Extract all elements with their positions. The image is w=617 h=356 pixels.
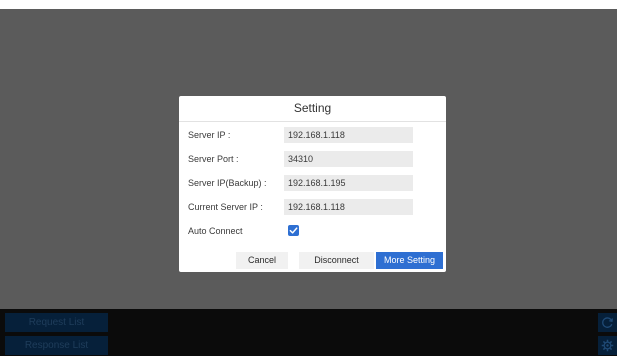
settings-button[interactable] <box>598 336 617 355</box>
top-strip <box>0 0 617 9</box>
server-ip-backup-label: Server IP(Backup) : <box>188 178 267 188</box>
response-list-button[interactable]: Response List <box>5 336 108 355</box>
dialog-title: Setting <box>293 101 332 115</box>
server-port-input[interactable] <box>284 151 413 167</box>
server-ip-input[interactable] <box>284 127 413 143</box>
server-ip-label: Server IP : <box>188 130 231 140</box>
server-port-label: Server Port : <box>188 154 239 164</box>
title-divider <box>179 121 446 122</box>
auto-connect-label: Auto Connect <box>188 226 243 236</box>
auto-connect-checkbox[interactable] <box>288 225 299 236</box>
refresh-icon <box>602 317 613 328</box>
checkmark-icon <box>289 227 298 234</box>
current-server-ip-label: Current Server IP : <box>188 202 263 212</box>
app-screen: Setting Server IP : Server Port : Server… <box>0 0 617 356</box>
setting-dialog: Setting Server IP : Server Port : Server… <box>179 96 446 272</box>
current-server-ip-input[interactable] <box>284 199 413 215</box>
server-ip-backup-input[interactable] <box>284 175 413 191</box>
gear-icon <box>601 339 614 352</box>
cancel-button[interactable]: Cancel <box>236 252 288 269</box>
more-setting-button[interactable]: More Setting <box>376 252 443 269</box>
request-list-button[interactable]: Request List <box>5 313 108 332</box>
refresh-button[interactable] <box>598 313 617 332</box>
disconnect-button[interactable]: Disconnect <box>299 252 374 269</box>
